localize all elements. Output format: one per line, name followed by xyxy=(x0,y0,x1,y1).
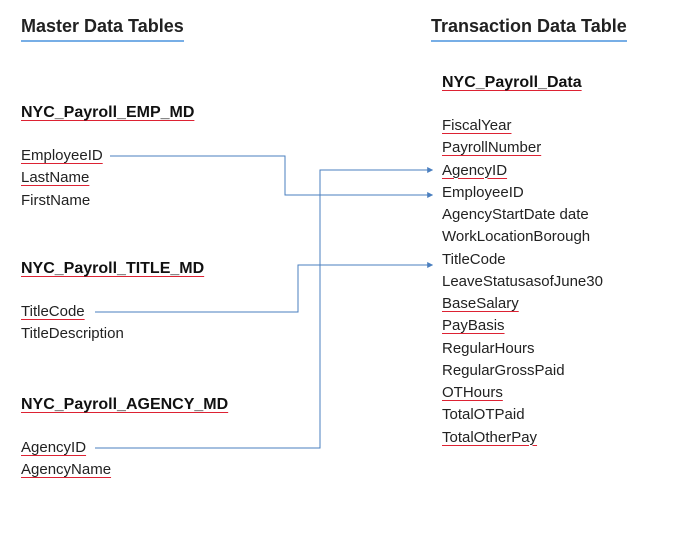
field-item: TitleCode xyxy=(21,302,124,322)
table-title-agency: NYC_Payroll_AGENCY_MD xyxy=(21,396,228,414)
field-item: FiscalYear xyxy=(442,116,603,136)
field-item: AgencyName xyxy=(21,460,111,480)
field-item: TitleDescription xyxy=(21,324,124,344)
field-item: FirstName xyxy=(21,191,103,211)
join-line-employeeid xyxy=(110,156,432,195)
field-item: EmployeeID xyxy=(442,183,603,203)
table-title-emp: NYC_Payroll_EMP_MD xyxy=(21,104,194,122)
field-item: LeaveStatusasofJune30 xyxy=(442,272,603,292)
field-item: RegularHours xyxy=(442,339,603,359)
field-item: LastName xyxy=(21,168,103,188)
field-item: WorkLocationBorough xyxy=(442,227,603,247)
field-list-agency: AgencyIDAgencyName xyxy=(21,438,111,481)
field-item: AgencyStartDate date xyxy=(442,205,603,225)
heading-transaction: Transaction Data Table xyxy=(431,16,627,42)
table-title-transaction: NYC_Payroll_Data xyxy=(442,74,582,92)
field-item: PayBasis xyxy=(442,316,603,336)
table-title-titlemd: NYC_Payroll_TITLE_MD xyxy=(21,260,204,278)
field-item: BaseSalary xyxy=(442,294,603,314)
field-list-transaction: FiscalYearPayrollNumber AgencyIDEmployeeI… xyxy=(442,116,603,448)
field-item: TotalOtherPay xyxy=(442,428,603,448)
field-item: AgencyID xyxy=(442,161,603,181)
field-item: RegularGrossPaid xyxy=(442,361,603,381)
field-item: TotalOTPaid xyxy=(442,405,603,425)
field-list-titlemd: TitleCodeTitleDescription xyxy=(21,302,124,345)
field-item: OTHours xyxy=(442,383,603,403)
field-item: PayrollNumber xyxy=(442,138,603,158)
field-item: TitleCode xyxy=(442,250,603,270)
field-item: AgencyID xyxy=(21,438,111,458)
field-item: EmployeeID xyxy=(21,146,103,166)
heading-master: Master Data Tables xyxy=(21,16,184,42)
field-list-emp: EmployeeIDLastName FirstName xyxy=(21,146,103,211)
